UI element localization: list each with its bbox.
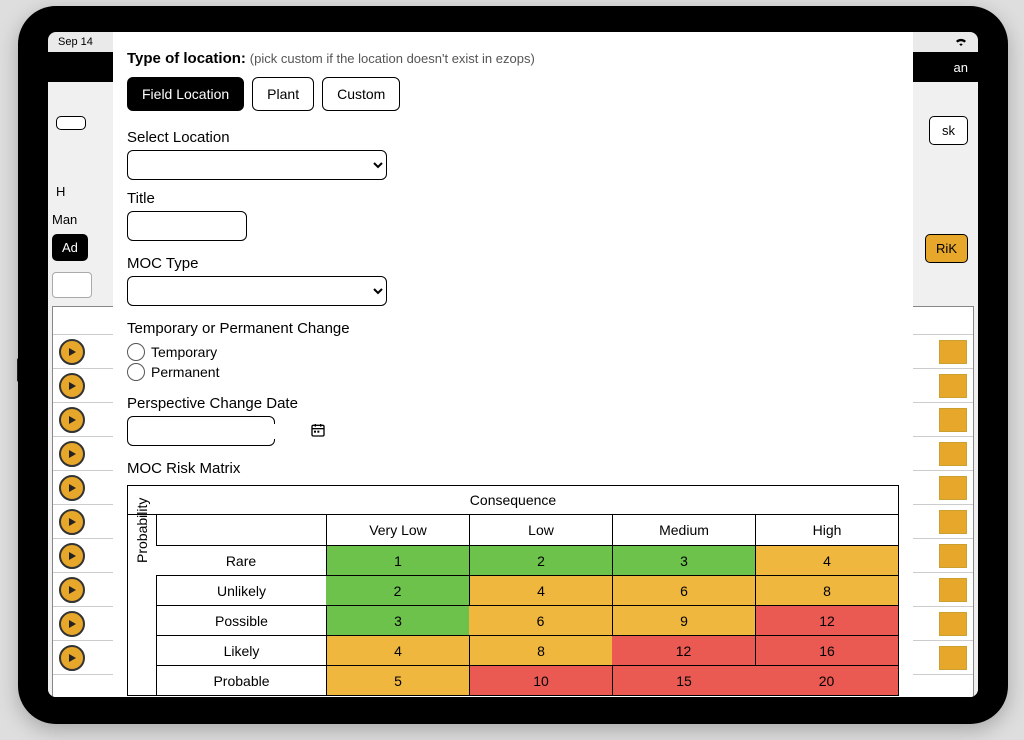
risk-matrix-label: MOC Risk Matrix <box>127 460 240 477</box>
play-icon[interactable] <box>59 509 85 535</box>
radio-permanent[interactable]: Permanent <box>127 363 899 381</box>
moc-type-label: MOC Type <box>127 255 198 272</box>
matrix-cell[interactable]: 5 <box>326 665 469 695</box>
play-icon[interactable] <box>59 339 85 365</box>
matrix-cell[interactable]: 8 <box>755 575 898 605</box>
bg-yellow-chip <box>939 340 967 364</box>
matrix-row-header: Unlikely <box>156 575 326 605</box>
toggle-custom[interactable]: Custom <box>322 77 400 111</box>
matrix-cell[interactable]: 2 <box>469 545 612 575</box>
play-icon[interactable] <box>59 475 85 501</box>
matrix-cell[interactable]: 1 <box>326 545 469 575</box>
select-location-label: Select Location <box>127 129 230 146</box>
matrix-cell[interactable]: 15 <box>612 665 755 695</box>
matrix-row-header: Possible <box>156 605 326 635</box>
wifi-icon <box>954 36 968 49</box>
radio-temporary[interactable]: Temporary <box>127 343 899 361</box>
moc-form-modal: Type of location: (pick custom if the lo… <box>113 32 913 697</box>
bg-yellow-chip <box>939 646 967 670</box>
risk-matrix: Consequence Probability Very LowLowMedium… <box>127 485 899 696</box>
matrix-corner <box>156 515 326 545</box>
radio-icon <box>127 343 145 361</box>
bg-yellow-chip <box>939 442 967 466</box>
toggle-plant[interactable]: Plant <box>252 77 314 111</box>
bg-yellow-chip <box>939 476 967 500</box>
change-date-input[interactable] <box>134 424 310 439</box>
select-location[interactable] <box>127 150 387 180</box>
tablet-frame: Sep 14 an sk H Man Ad RiK <box>18 6 1008 724</box>
bg-side-label: Man <box>52 212 77 227</box>
screen: Sep 14 an sk H Man Ad RiK <box>48 32 978 697</box>
play-icon[interactable] <box>59 577 85 603</box>
matrix-cell[interactable]: 20 <box>755 665 898 695</box>
bg-button-left[interactable] <box>56 116 86 130</box>
moc-type-select[interactable] <box>127 276 387 306</box>
matrix-cell[interactable]: 9 <box>612 605 755 635</box>
matrix-cell[interactable]: 12 <box>755 605 898 635</box>
calendar-icon <box>310 422 326 441</box>
matrix-col-header: Low <box>469 515 612 545</box>
radio-permanent-label: Permanent <box>151 364 219 380</box>
play-icon[interactable] <box>59 441 85 467</box>
matrix-row-header: Probable <box>156 665 326 695</box>
play-icon[interactable] <box>59 611 85 637</box>
bg-rik-button[interactable]: RiK <box>925 234 968 263</box>
toggle-field-location[interactable]: Field Location <box>127 77 244 111</box>
play-icon[interactable] <box>59 407 85 433</box>
matrix-cell[interactable]: 12 <box>612 635 755 665</box>
matrix-cell[interactable]: 6 <box>469 605 612 635</box>
bg-yellow-chip <box>939 612 967 636</box>
bg-yellow-chip <box>939 578 967 602</box>
matrix-col-header: Very Low <box>326 515 469 545</box>
matrix-cell[interactable]: 4 <box>469 575 612 605</box>
matrix-cell[interactable]: 3 <box>612 545 755 575</box>
change-date-label: Perspective Change Date <box>127 395 298 412</box>
matrix-row-header: Likely <box>156 635 326 665</box>
bg-yellow-chip <box>939 544 967 568</box>
location-type-label: Type of location: <box>127 50 246 67</box>
location-type-hint: (pick custom if the location doesn't exi… <box>250 51 535 66</box>
matrix-col-header: High <box>755 515 898 545</box>
bg-add-button[interactable]: Ad <box>52 234 88 261</box>
matrix-cell[interactable]: 6 <box>612 575 755 605</box>
bg-yellow-chip <box>939 408 967 432</box>
matrix-col-group: Consequence <box>128 486 898 515</box>
user-label: an <box>954 60 968 75</box>
bg-yellow-chip <box>939 374 967 398</box>
status-time: Sep 14 <box>56 36 93 48</box>
matrix-cell[interactable]: 4 <box>326 635 469 665</box>
bg-tab-label[interactable]: H <box>56 184 65 199</box>
matrix-row-group: Probability <box>128 515 156 545</box>
change-kind-label: Temporary or Permanent Change <box>127 320 350 337</box>
matrix-cell[interactable]: 2 <box>326 575 469 605</box>
matrix-cell[interactable]: 16 <box>755 635 898 665</box>
radio-icon <box>127 363 145 381</box>
title-input[interactable] <box>127 211 247 241</box>
matrix-col-header: Medium <box>612 515 755 545</box>
matrix-cell[interactable]: 10 <box>469 665 612 695</box>
bg-search-input[interactable] <box>52 272 92 298</box>
title-label: Title <box>127 190 155 207</box>
matrix-cell[interactable]: 3 <box>326 605 469 635</box>
change-date-field[interactable] <box>127 416 275 446</box>
radio-temporary-label: Temporary <box>151 344 217 360</box>
play-icon[interactable] <box>59 543 85 569</box>
matrix-row-header: Rare <box>156 545 326 575</box>
play-icon[interactable] <box>59 373 85 399</box>
bg-yellow-chip <box>939 510 967 534</box>
matrix-cell[interactable]: 4 <box>755 545 898 575</box>
matrix-cell[interactable]: 8 <box>469 635 612 665</box>
play-icon[interactable] <box>59 645 85 671</box>
bg-task-button[interactable]: sk <box>929 116 968 145</box>
